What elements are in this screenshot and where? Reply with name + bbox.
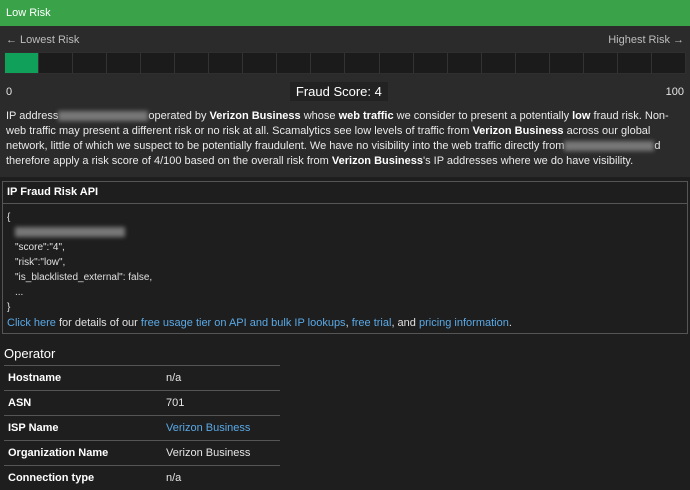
api-code-sample: { "score":"4", "risk":"low", "is_blackli… <box>3 204 687 317</box>
risk-meter-segment <box>652 53 685 73</box>
risk-meter <box>4 52 686 74</box>
highest-risk-label: Highest Risk → <box>608 34 684 46</box>
api-title: IP Fraud Risk API <box>3 182 687 204</box>
scale-min: 0 <box>6 86 12 98</box>
table-row: ISP NameVerizon Business <box>4 416 280 441</box>
lowest-risk-label: ← Lowest Risk <box>6 34 79 46</box>
operator-title: Operator <box>0 334 690 365</box>
risk-meter-segment <box>209 53 243 73</box>
risk-meter-segment <box>345 53 379 73</box>
risk-meter-segment <box>107 53 141 73</box>
scale-max: 100 <box>666 86 684 98</box>
score-row: 0 Fraud Score: 4 100 <box>0 74 690 105</box>
risk-meter-segment <box>584 53 618 73</box>
fraud-score: Fraud Score: 4 <box>290 82 388 101</box>
risk-meter-segment <box>73 53 107 73</box>
risk-meter-segment <box>5 53 39 73</box>
isp-name-link[interactable]: Verizon Business <box>166 422 250 434</box>
risk-description: IP addressoperated by Verizon Business w… <box>0 105 690 177</box>
risk-meter-segment <box>448 53 482 73</box>
risk-meter-segment <box>39 53 73 73</box>
risk-meter-segment <box>414 53 448 73</box>
redacted-ip <box>564 141 654 151</box>
risk-meter-segment <box>141 53 175 73</box>
api-box: IP Fraud Risk API { "score":"4", "risk":… <box>2 181 688 334</box>
risk-scale-labels: ← Lowest Risk Highest Risk → <box>0 26 690 46</box>
free-tier-link[interactable]: free usage tier on API and bulk IP looku… <box>141 317 346 329</box>
operator-table: Hostnamen/a ASN701 ISP NameVerizon Busin… <box>4 365 280 490</box>
risk-panel: ← Lowest Risk Highest Risk → 0 Fraud Sco… <box>0 26 690 177</box>
free-trial-link[interactable]: free trial <box>352 317 392 329</box>
pricing-link[interactable]: pricing information <box>419 317 509 329</box>
table-row: Connection typen/a <box>4 466 280 490</box>
risk-meter-segment <box>550 53 584 73</box>
table-row: Hostnamen/a <box>4 366 280 391</box>
table-row: Organization NameVerizon Business <box>4 441 280 466</box>
api-links: Click here for details of our free usage… <box>3 317 687 333</box>
risk-meter-segment <box>277 53 311 73</box>
risk-header-title: Low Risk <box>6 7 51 19</box>
risk-meter-segment <box>516 53 550 73</box>
risk-header: Low Risk <box>0 0 690 26</box>
risk-meter-segment <box>618 53 652 73</box>
risk-meter-segment <box>243 53 277 73</box>
table-row: ASN701 <box>4 391 280 416</box>
risk-meter-segment <box>482 53 516 73</box>
risk-meter-segment <box>380 53 414 73</box>
click-here-link[interactable]: Click here <box>7 317 56 329</box>
risk-meter-segment <box>311 53 345 73</box>
risk-meter-segment <box>175 53 209 73</box>
redacted-ip <box>15 227 125 237</box>
redacted-ip <box>58 111 148 121</box>
